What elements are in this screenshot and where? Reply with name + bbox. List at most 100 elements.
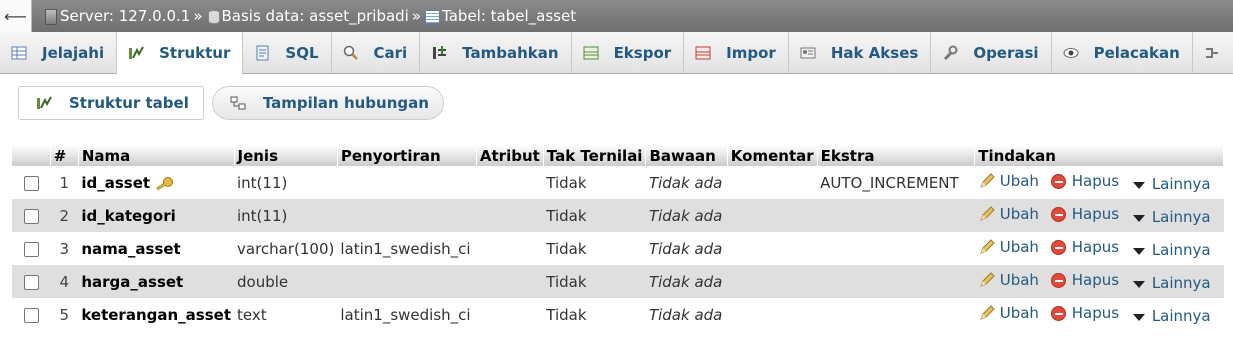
row-select-cell [12,199,51,232]
export-icon [582,44,600,62]
more-label[interactable]: Lainnya [1152,274,1211,292]
row-select-cell [12,298,51,331]
column-attributes [476,199,544,232]
breadcrumb-database-label[interactable]: Basis data: asset_pribadi [222,7,409,25]
row-checkbox[interactable] [24,307,39,323]
delete-action[interactable]: Hapus [1050,238,1119,256]
tab-sql[interactable]: SQL [243,32,332,74]
more-label[interactable]: Lainnya [1152,175,1211,193]
row-checkbox[interactable] [24,175,39,191]
edit-action[interactable]: Ubah [978,304,1039,322]
breadcrumb-server-label[interactable]: Server: 127.0.0.1 [60,7,190,25]
edit-label[interactable]: Ubah [1000,271,1039,289]
collapse-arrow-button[interactable]: ⟵ [0,0,32,32]
header-extra[interactable]: Ekstra [817,145,976,166]
column-default: Tidak ada [645,265,728,298]
pencil-icon [978,239,996,255]
edit-action[interactable]: Ubah [978,271,1039,289]
delete-label[interactable]: Hapus [1072,304,1119,322]
tab-label: Pelacakan [1093,44,1180,62]
row-select-cell [12,166,51,199]
delete-action[interactable]: Hapus [1050,304,1119,322]
tab-privileges[interactable]: Hak Akses [789,32,932,74]
tab-insert[interactable]: Tambahkan [420,32,572,74]
header-number[interactable]: # [50,145,79,166]
edit-label[interactable]: Ubah [1000,172,1039,190]
edit-label[interactable]: Ubah [1000,304,1039,322]
database-icon [206,8,220,24]
tab-search[interactable]: Cari [332,32,421,74]
more-label[interactable]: Lainnya [1152,241,1211,259]
row-actions: Ubah Hapus Lainnya [974,166,1224,199]
table-row: 5 keterangan_asset text latin1_swedish_c… [12,298,1224,331]
header-attributes[interactable]: Atribut [476,145,544,166]
header-collation[interactable]: Penyortiran [337,145,477,166]
row-select-cell [12,265,51,298]
header-null[interactable]: Tak Ternilai [543,145,647,166]
column-default: Tidak ada [645,166,728,199]
tab-structure[interactable]: Struktur [117,32,244,75]
column-attributes [476,232,544,265]
header-default[interactable]: Bawaan [645,145,728,166]
header-type[interactable]: Jenis [234,145,338,166]
edit-action[interactable]: Ubah [978,205,1039,223]
dropdown-arrow-icon [1130,275,1148,291]
breadcrumb-table-label[interactable]: Tabel: tabel_asset [442,7,576,25]
insert-icon [430,44,448,62]
delete-action[interactable]: Hapus [1050,271,1119,289]
edit-action[interactable]: Ubah [978,172,1039,190]
row-checkbox[interactable] [24,274,39,290]
delete-icon [1050,239,1068,255]
more-label[interactable]: Lainnya [1152,208,1211,226]
more-label[interactable]: Lainnya [1152,307,1211,325]
column-name-cell: harga_asset [78,265,234,298]
relation-view-button[interactable]: Tampilan hubungan [211,86,444,120]
delete-label[interactable]: Hapus [1072,172,1119,190]
delete-action[interactable]: Hapus [1050,172,1119,190]
row-actions: Ubah Hapus Lainnya [974,199,1224,232]
structure-table: # Nama Jenis Penyortiran Atribut Tak Ter… [12,145,1224,331]
delete-label[interactable]: Hapus [1072,205,1119,223]
delete-action[interactable]: Hapus [1050,205,1119,223]
more-action[interactable]: Lainnya [1130,241,1211,259]
pencil-icon [978,305,996,321]
more-action[interactable]: Lainnya [1130,175,1211,193]
column-comment [727,199,818,232]
column-collation [337,265,477,298]
more-action[interactable]: Lainnya [1130,274,1211,292]
column-name: id_kategori [81,206,176,225]
relation-icon [229,94,247,112]
column-extra [817,199,975,232]
tab-export[interactable]: Ekspor [572,32,685,74]
tab-tracking[interactable]: Pelacakan [1052,32,1193,74]
edit-label[interactable]: Ubah [1000,238,1039,256]
row-select-cell [12,232,51,265]
breadcrumb-database[interactable]: Basis data: asset_pribadi [206,7,409,25]
row-checkbox[interactable] [24,241,39,257]
column-type: int(11) [234,166,338,199]
tab-label: Ekspor [613,44,672,62]
more-action[interactable]: Lainnya [1130,307,1211,325]
breadcrumb-server[interactable]: Server: 127.0.0.1 [42,7,190,25]
column-null: Tidak [543,298,646,331]
tab-label: Hak Akses [830,44,919,62]
edit-action[interactable]: Ubah [978,238,1039,256]
column-null: Tidak [543,166,646,199]
tab-operations[interactable]: Operasi [931,32,1052,74]
column-name-cell: id_asset [78,166,234,199]
header-name[interactable]: Nama [78,145,235,166]
row-checkbox[interactable] [24,208,39,224]
edit-label[interactable]: Ubah [1000,205,1039,223]
structure-table-button[interactable]: Struktur tabel [18,86,204,120]
delete-label[interactable]: Hapus [1072,238,1119,256]
tab-browse[interactable]: Jelajahi [0,32,118,74]
tab-import[interactable]: Impor [684,32,789,74]
breadcrumb-table[interactable]: Tabel: tabel_asset [424,7,576,25]
delete-label[interactable]: Hapus [1072,271,1119,289]
header-comment[interactable]: Komentar [727,145,818,166]
more-action[interactable]: Lainnya [1130,208,1211,226]
tab-more[interactable] [1193,32,1221,74]
column-default: Tidak ada [645,199,728,232]
pencil-icon [978,272,996,288]
tab-label: Struktur [159,44,231,62]
